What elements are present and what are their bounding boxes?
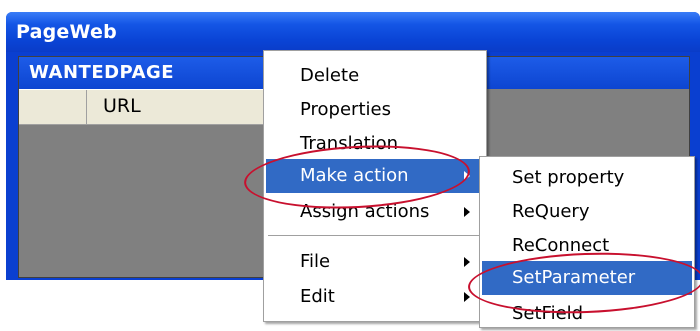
- window-title: PageWeb: [16, 21, 117, 43]
- menu-item-label: Delete: [300, 65, 360, 86]
- submenu-item-set-property[interactable]: Set property: [482, 161, 692, 195]
- row-selector[interactable]: [19, 90, 87, 124]
- menu-separator: [268, 235, 482, 237]
- submenu-arrow-icon: [464, 292, 470, 302]
- submenu-item-label: ReQuery: [512, 201, 590, 222]
- grid-header-label: WANTEDPAGE: [29, 62, 175, 83]
- url-cell[interactable]: URL: [103, 95, 141, 117]
- title-bar[interactable]: PageWeb: [6, 12, 700, 52]
- menu-item-label: Edit: [300, 286, 335, 307]
- menu-item-label: File: [300, 251, 331, 272]
- table-row[interactable]: URL: [19, 89, 279, 125]
- submenu-arrow-icon: [464, 207, 470, 217]
- menu-item-properties[interactable]: Properties: [266, 93, 484, 127]
- submenu-item-label: Set property: [512, 167, 625, 188]
- menu-item-file[interactable]: File: [266, 245, 484, 279]
- menu-item-label: Properties: [300, 99, 391, 120]
- submenu-arrow-icon: [464, 257, 470, 267]
- menu-item-edit[interactable]: Edit: [266, 280, 484, 314]
- menu-item-delete[interactable]: Delete: [266, 59, 484, 93]
- submenu-item-requery[interactable]: ReQuery: [482, 195, 692, 229]
